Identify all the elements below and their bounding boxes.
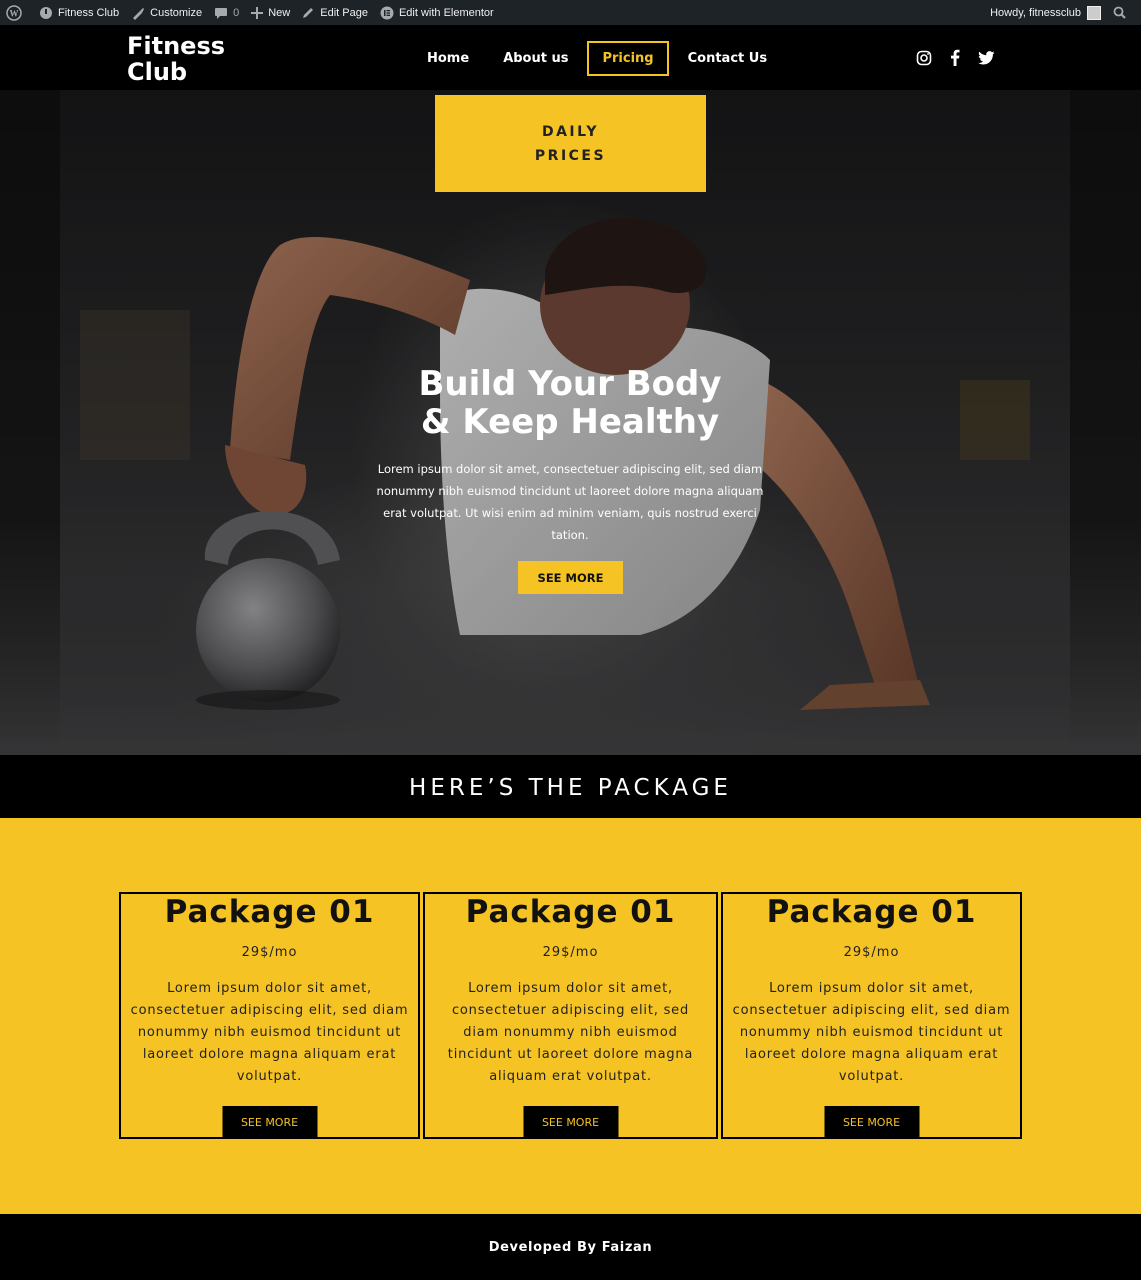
admin-bar: W Fitness Club Customize 0 New Edit Page…: [0, 0, 1141, 25]
hero-title-line-1: Build Your Body: [418, 364, 722, 404]
site-header: Fitness Club Home About us Pricing Conta…: [0, 25, 1141, 90]
admin-search-icon[interactable]: [1107, 0, 1141, 25]
package-heading-band: HERE’S THE PACKAGE: [0, 755, 1141, 818]
package-card-2: Package 01 29$/mo Lorem ipsum dolor sit …: [423, 892, 718, 1139]
admin-new-label: New: [268, 6, 291, 19]
packages-section: Package 01 29$/mo Lorem ipsum dolor sit …: [0, 818, 1141, 1214]
comment-icon: [215, 7, 228, 19]
package-card-3: Package 01 29$/mo Lorem ipsum dolor sit …: [721, 892, 1022, 1139]
package-price: 29$/mo: [241, 945, 298, 960]
logo-line-2: Club: [127, 58, 188, 86]
admin-customize-label: Customize: [150, 6, 203, 19]
admin-site-name-label: Fitness Club: [58, 6, 120, 19]
package-title: Package 01: [766, 894, 977, 930]
admin-edit-elementor[interactable]: Edit with Elementor: [374, 0, 500, 25]
package-description: Lorem ipsum dolor sit amet, consectetuer…: [447, 981, 694, 1084]
daily-prices-line-1: DAILY: [541, 123, 600, 140]
nav-pricing[interactable]: Pricing: [587, 41, 669, 76]
daily-prices-badge: DAILY PRICES: [435, 95, 706, 192]
package-description: Lorem ipsum dolor sit amet, consectetuer…: [732, 981, 1011, 1084]
admin-comments-count: 0: [233, 6, 240, 19]
pencil-icon: [303, 8, 314, 18]
package-see-more-button[interactable]: SEE MORE: [824, 1106, 919, 1139]
hero-description: Lorem ipsum dolor sit amet, consectetuer…: [376, 462, 764, 542]
svg-text:W: W: [10, 8, 19, 18]
brush-icon: [133, 7, 145, 20]
package-title: Package 01: [465, 894, 676, 930]
facebook-icon[interactable]: [950, 49, 960, 66]
site-footer: Developed By Faizan: [0, 1214, 1141, 1280]
hero-title-line-2: & Keep Healthy: [420, 402, 720, 442]
package-title: Package 01: [164, 894, 375, 930]
package-description: Lorem ipsum dolor sit amet, consectetuer…: [130, 981, 409, 1084]
admin-customize[interactable]: Customize: [125, 0, 208, 25]
daily-prices-line-2: PRICES: [534, 147, 607, 164]
nav-about-us[interactable]: About us: [488, 41, 583, 76]
nav-home[interactable]: Home: [412, 41, 484, 76]
social-links: [916, 49, 1013, 66]
twitter-icon[interactable]: [978, 50, 995, 65]
admin-edit-page-label: Edit Page: [320, 6, 368, 19]
dashboard-icon: [40, 6, 52, 19]
package-price: 29$/mo: [843, 945, 900, 960]
admin-comments[interactable]: 0: [208, 0, 245, 25]
wordpress-logo-icon[interactable]: W: [0, 0, 33, 25]
logo-line-1: Fitness: [127, 32, 226, 60]
admin-edit-elementor-label: Edit with Elementor: [398, 6, 494, 19]
site-logo[interactable]: Fitness Club: [127, 33, 247, 85]
elementor-icon: [380, 6, 394, 19]
hero-title: Build Your Body & Keep Healthy: [370, 365, 770, 441]
package-see-more-button[interactable]: SEE MORE: [523, 1106, 618, 1139]
nav-contact-us[interactable]: Contact Us: [673, 41, 782, 76]
hero-see-more-button[interactable]: SEE MORE: [518, 561, 623, 594]
avatar: [1087, 5, 1101, 20]
main-nav: Home About us Pricing Contact Us: [412, 41, 786, 76]
admin-edit-page[interactable]: Edit Page: [296, 0, 374, 25]
admin-howdy-label: Howdy, fitnessclub: [990, 6, 1081, 19]
package-see-more-button[interactable]: SEE MORE: [222, 1106, 317, 1139]
instagram-icon[interactable]: [916, 50, 932, 66]
package-card-1: Package 01 29$/mo Lorem ipsum dolor sit …: [119, 892, 420, 1139]
admin-user-menu[interactable]: Howdy, fitnessclub: [984, 0, 1107, 25]
admin-site-name[interactable]: Fitness Club: [33, 0, 125, 25]
admin-new[interactable]: New: [245, 0, 296, 25]
package-heading: HERE’S THE PACKAGE: [409, 775, 732, 801]
package-price: 29$/mo: [542, 945, 599, 960]
hero-section: DAILY PRICES Build Your Body & Keep Heal…: [0, 90, 1141, 755]
footer-credit: Developed By Faizan: [488, 1240, 653, 1255]
plus-icon: [251, 6, 264, 19]
